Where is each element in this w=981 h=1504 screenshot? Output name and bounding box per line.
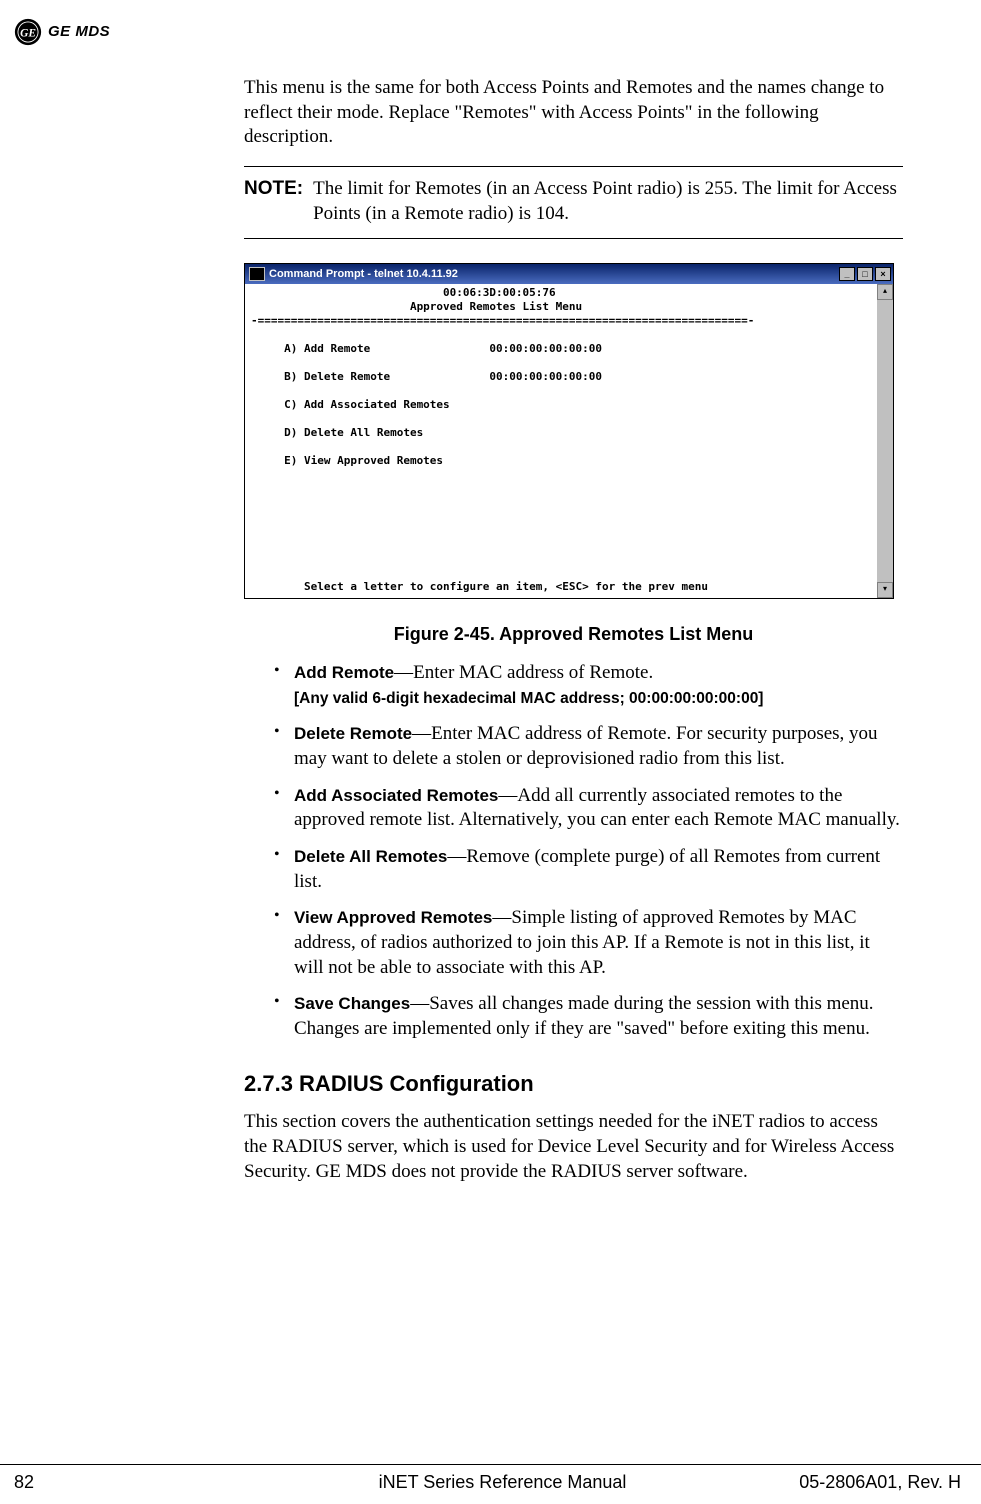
list-item: Delete All Remotes—Remove (complete purg… [274,845,903,894]
terminal-window: Command Prompt - telnet 10.4.11.92 _ □ ×… [244,263,894,599]
cmd-icon [249,267,265,281]
minimize-button[interactable]: _ [839,267,855,281]
list-item: Save Changes—Saves all changes made duri… [274,992,903,1041]
bullet-term: Add Remote [294,663,394,682]
svg-text:GE: GE [20,27,36,39]
terminal-content: 00:06:3D:00:05:76 Approved Remotes List … [245,284,877,598]
scroll-up-icon[interactable]: ▴ [877,284,893,300]
bullet-term: View Approved Remotes [294,908,492,927]
figure-caption: Figure 2-45. Approved Remotes List Menu [244,623,903,646]
footer-doc-id: 05-2806A01, Rev. H [761,1471,981,1494]
list-item: Add Remote—Enter MAC address of Remote. … [274,661,903,710]
bullet-desc: —Enter MAC address of Remote. [394,662,653,683]
section-heading: 2.7.3 RADIUS Configuration [244,1070,903,1099]
bullet-term: Delete All Remotes [294,847,447,866]
section-paragraph: This section covers the authentication s… [244,1110,903,1184]
intro-paragraph: This menu is the same for both Access Po… [244,76,903,150]
note-text: The limit for Remotes (in an Access Poin… [313,177,903,226]
page-header: GE GE MDS [0,0,981,52]
list-item: Add Associated Remotes—Add all currently… [274,784,903,833]
close-button[interactable]: × [875,267,891,281]
bullet-list: Add Remote—Enter MAC address of Remote. … [274,661,903,1042]
page-footer: 82 iNET Series Reference Manual 05-2806A… [0,1464,981,1494]
terminal-titlebar: Command Prompt - telnet 10.4.11.92 _ □ × [245,264,893,284]
list-item: Delete Remote—Enter MAC address of Remot… [274,722,903,771]
scroll-down-icon[interactable]: ▾ [877,582,893,598]
maximize-button[interactable]: □ [857,267,873,281]
bullet-term: Add Associated Remotes [294,786,498,805]
footer-page-number: 82 [0,1471,244,1494]
ge-logo-icon: GE [14,18,42,46]
note-label: NOTE: [244,177,303,226]
bullet-term: Save Changes [294,994,410,1013]
brand-text: GE MDS [48,22,110,42]
list-item: View Approved Remotes—Simple listing of … [274,906,903,980]
note-block: NOTE: The limit for Remotes (in an Acces… [244,166,903,239]
terminal-title: Command Prompt - telnet 10.4.11.92 [269,267,839,281]
bullet-sub: [Any valid 6-digit hexadecimal MAC addre… [294,690,763,707]
footer-title: iNET Series Reference Manual [244,1471,761,1494]
bullet-term: Delete Remote [294,724,412,743]
terminal-scrollbar[interactable]: ▴ ▾ [877,284,893,598]
